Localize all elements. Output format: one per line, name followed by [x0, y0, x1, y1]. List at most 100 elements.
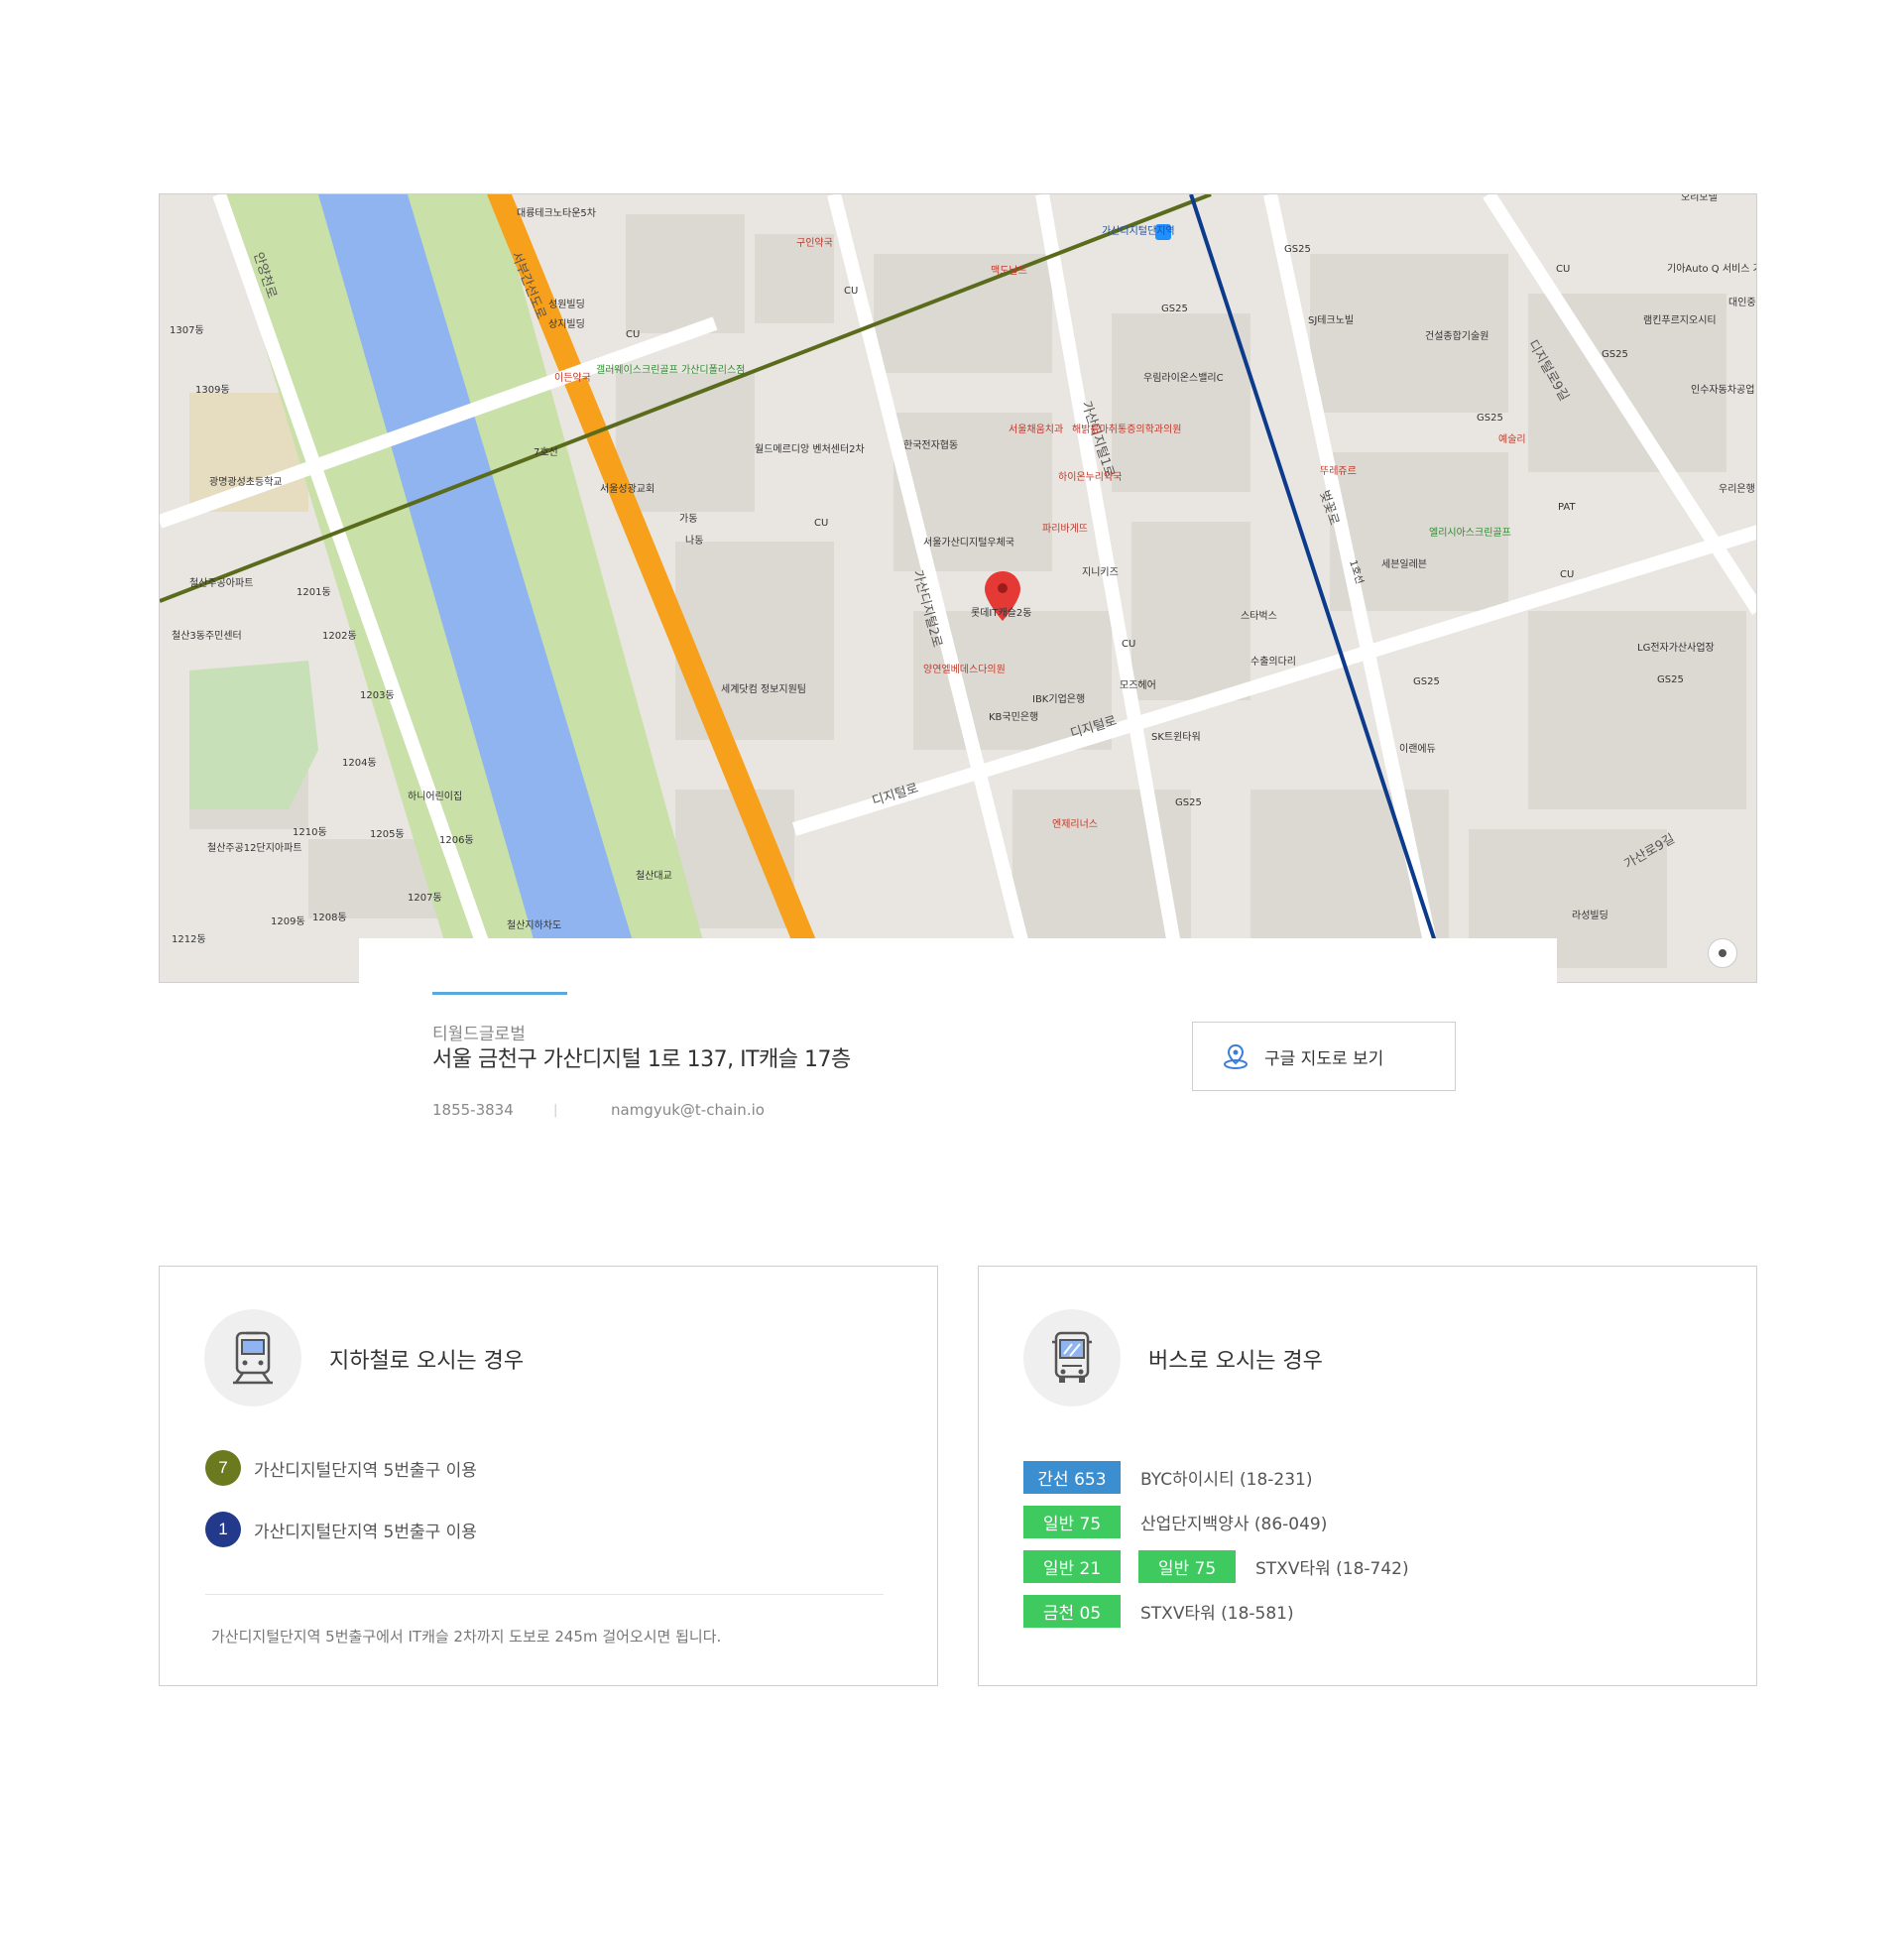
bus-route-badge: 일반 21 [1023, 1550, 1121, 1583]
map-label-bridge: 철산대교 [636, 870, 672, 882]
map-label-sejong: 세계닷컴 정보지원팀 [721, 683, 806, 695]
map-label-1206: 1206동 [439, 834, 474, 846]
subway-line-text: 가산디지털단지역 5번출구 이용 [254, 1522, 477, 1542]
map-label-1203: 1203동 [360, 689, 395, 701]
bus-stop-text: 산업단지백양사 (86-049) [1140, 1515, 1328, 1534]
map-label-raseong: 라성빌딩 [1572, 910, 1608, 921]
subway-line-badge: 1 [205, 1512, 241, 1547]
map-label-cu-4: CU [1122, 639, 1135, 650]
map-label-kuin: 구인약국 [796, 237, 833, 249]
location-info-card: 티월드글로벌 서울 금천구 가산디지털 1로 137, IT캐슬 17층 185… [359, 938, 1557, 1127]
locate-icon [1719, 949, 1726, 957]
map-label-sk-tower: SK트윈타워 [1151, 730, 1201, 743]
map-label-cu-2: CU [626, 329, 640, 340]
map-label-eliesia: 엘리시아스크린골프 [1429, 526, 1511, 539]
map-label-kia: 기아Auto Q 서비스 가리봉점 [1667, 263, 1757, 275]
map-label-1210: 1210동 [293, 826, 327, 838]
map-label-daein: 대인중 [1728, 297, 1756, 308]
bus-route-badge: 금천 05 [1023, 1595, 1121, 1628]
map-label-gs25-6: GS25 [1602, 349, 1628, 360]
map-label-1202: 1202동 [322, 630, 357, 642]
info-accent-bar [432, 992, 567, 995]
subway-line-text: 가산디지털단지역 5번출구 이용 [254, 1460, 477, 1481]
map-label-paris: 파리바게뜨 [1042, 523, 1088, 535]
map-canvas[interactable]: 가산디지털단지역 롯데IT캐슬2동 가산디지털1로 가산디지털2로 디지털로 디… [160, 194, 1757, 983]
map-label-school: 광명광성초등학교 [209, 476, 283, 488]
map-label-1212: 1212동 [172, 933, 206, 945]
bus-route-row: 일반 21 일반 75 STXV타워 (18-742) [1023, 1550, 1409, 1583]
map-label-gas-bridge: 수출의다리 [1250, 656, 1296, 668]
map-label-hanil: 한국전자협동 [903, 438, 958, 451]
google-map-button[interactable]: 구글 지도로 보기 [1192, 1022, 1456, 1091]
map-label-apt-b: 철산주공12단지아파트 [207, 842, 302, 854]
bus-route-badge: 일반 75 [1023, 1506, 1121, 1538]
map-label-dental: 서울채움치과 [1009, 424, 1063, 435]
map-label-lg: LG전자가산사업장 [1637, 641, 1715, 654]
bus-title: 버스로 오시는 경우 [1148, 1349, 1323, 1374]
bus-stop-text: STXV타워 (18-742) [1255, 1559, 1409, 1579]
map-label-sangji: 상지빌딩 [548, 318, 585, 330]
map-label-eulji: 이든약국 [554, 372, 591, 384]
map-label-1208: 1208동 [312, 912, 347, 923]
map-label-seongwon: 성원빌딩 [548, 299, 585, 310]
map-label-ttureju: 뚜레쥬르 [1320, 465, 1357, 477]
subway-line-row: 7 가산디지털단지역 5번출구 이용 [205, 1450, 477, 1486]
contact-separator: | [553, 1103, 558, 1118]
map-label-gs25-1: GS25 [1161, 304, 1188, 314]
map-label-1309: 1309동 [195, 384, 230, 396]
map-label-marker-building: 롯데IT캐슬2동 [971, 607, 1031, 619]
map-label-gs25-2: GS25 [1284, 244, 1311, 255]
map-label-cheolsan: 철산지하차도 [507, 918, 561, 931]
map-label-gs25-5: GS25 [1175, 797, 1202, 808]
map-label-gs25-3: GS25 [1477, 413, 1503, 424]
map-label-ibk: IBK기업은행 [1032, 692, 1085, 705]
map-label-apt-a: 철산주공아파트 [189, 577, 253, 589]
map-label-cu-5: CU [1560, 569, 1574, 580]
subway-line-row: 1 가산디지털단지역 5번출구 이용 [205, 1512, 477, 1547]
map-label-station: 가산디지털단지역 [1102, 225, 1175, 237]
map-label-1201: 1201동 [297, 586, 331, 598]
map-label-cu-6: CU [1556, 264, 1570, 275]
map-label-sebon: 세븐일레븐 [1381, 558, 1427, 570]
map-label-post-office: 서울가산디지털우체국 [923, 537, 1014, 549]
map-label-cu-3: CU [814, 518, 828, 529]
map-label-hani: 하니어린이집 [408, 790, 462, 802]
map-label-insu: 인수자동차공업 [1691, 383, 1754, 396]
my-location-button[interactable] [1708, 938, 1737, 968]
map-label-cu-1: CU [844, 286, 858, 297]
subway-icon [204, 1309, 301, 1406]
map-label-orangen: 오리모텔 [1681, 194, 1718, 203]
bus-stop-text: STXV타워 (18-581) [1140, 1604, 1294, 1624]
map-label-1207: 1207동 [408, 892, 442, 904]
bus-route-row: 금천 05 STXV타워 (18-581) [1023, 1595, 1294, 1628]
map-label-line7: 7호선 [534, 446, 558, 458]
map-label-1205: 1205동 [370, 828, 405, 840]
google-map-button-label: 구글 지도로 보기 [1264, 1048, 1384, 1069]
map-view[interactable]: 가산디지털단지역 롯데IT캐슬2동 가산디지털1로 가산디지털2로 디지털로 디… [159, 193, 1757, 983]
map-label-omega: 엔제리너스 [1052, 818, 1098, 830]
map-label-starbucks: 스타벅스 [1241, 610, 1277, 622]
map-label-gs25-7: GS25 [1657, 674, 1684, 685]
bus-route-badge: 일반 75 [1138, 1550, 1236, 1583]
map-label-nadong: 나동 [685, 535, 703, 547]
bus-route-row: 일반 75 산업단지백양사 (86-049) [1023, 1506, 1327, 1538]
map-label-gundae: 가동 [679, 513, 697, 525]
subway-note: 가산디지털단지역 5번출구에서 IT캐슬 2차까지 도보로 245m 걸어오시면… [211, 1628, 722, 1646]
map-label-geonseol: 건설종합기술원 [1425, 330, 1488, 342]
map-label-mojo: 모즈헤어 [1120, 679, 1156, 691]
map-label-1204: 1204동 [342, 757, 377, 769]
map-label-1307: 1307동 [170, 324, 204, 336]
subway-directions-panel: 지하철로 오시는 경우 7 가산디지털단지역 5번출구 이용 1 가산디지털단지… [159, 1266, 938, 1686]
map-label-woorim: 우림라이온스밸리C [1143, 372, 1224, 384]
map-label-gs25-4: GS25 [1413, 676, 1440, 687]
company-address: 서울 금천구 가산디지털 1로 137, IT캐슬 17층 [432, 1047, 851, 1072]
map-label-ireume: 이랜에듀 [1399, 743, 1436, 755]
company-email[interactable]: namgyuk@t-chain.io [611, 1101, 765, 1119]
bus-route-badge: 간선 653 [1023, 1461, 1121, 1494]
map-label-kb: KB국민은행 [989, 711, 1038, 723]
map-label-golf-w: 갤러웨이스크린골프 가산디폴리스점 [596, 364, 745, 376]
map-label-pharmacy: 하이온누리약국 [1058, 470, 1122, 483]
map-label-woori: 우리은행 [1719, 483, 1755, 495]
map-label-world-meridian: 월드메르디앙 벤처센터2차 [755, 443, 865, 455]
subway-line-badge: 7 [205, 1450, 241, 1486]
